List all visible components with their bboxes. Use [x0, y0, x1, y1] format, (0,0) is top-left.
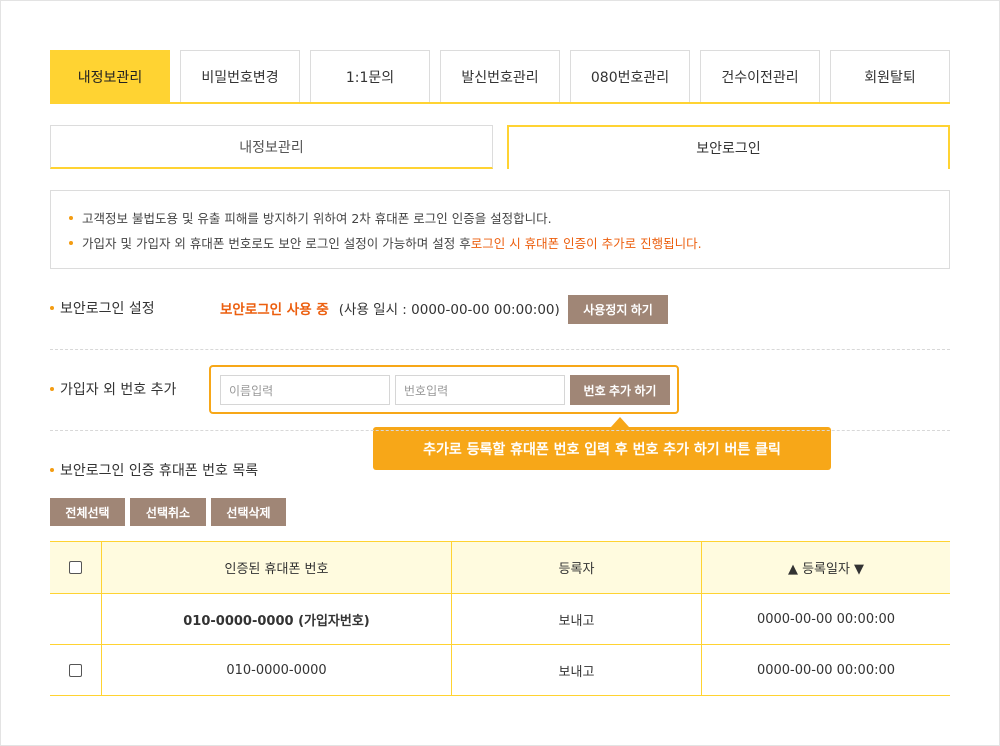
tab-inquiry[interactable]: 1:1문의: [310, 50, 430, 102]
bullet-icon: [50, 387, 54, 391]
tab-withdraw[interactable]: 회원탈퇴: [830, 50, 950, 102]
table-row: 010-0000-0000 (가입자번호) 보내고 0000-00-00 00:…: [50, 594, 950, 645]
status-text: 보안로그인 사용 중: [220, 302, 329, 318]
label-text: 보안로그인 인증 휴대폰 번호 목록: [60, 463, 259, 479]
tab-label: 080번호관리: [590, 69, 670, 86]
notice-highlight: 로그인 시 휴대폰 인증이 추가로 진행됩니다.: [470, 236, 702, 251]
name-input[interactable]: 이름입력: [220, 375, 390, 405]
notice-text: 가입자 및 가입자 외 휴대폰 번호로도 보안 로그인 설정이 가능하며 설정 …: [82, 236, 471, 251]
deselect-button[interactable]: 선택취소: [130, 498, 206, 526]
header-phone: 인증된 휴대폰 번호: [101, 542, 451, 593]
tooltip-arrow: [611, 417, 629, 427]
subtab-label: 보안로그인: [696, 141, 761, 157]
secure-login-status: 보안로그인 사용 중 (사용 일시 : 0000-00-00 00:00:00): [220, 297, 560, 319]
row-checkbox[interactable]: [69, 663, 82, 677]
row-phone: 010-0000-0000 (가입자번호): [101, 594, 451, 644]
divider: [50, 349, 950, 350]
subtab-secure-login[interactable]: 보안로그인: [507, 125, 950, 169]
subtab-label: 내정보관리: [239, 139, 304, 156]
notice-line-2: 가입자 및 가입자 외 휴대폰 번호로도 보안 로그인 설정이 가능하며 설정 …: [69, 233, 702, 252]
subtab-my-info[interactable]: 내정보관리: [50, 125, 493, 169]
select-all-checkbox[interactable]: [69, 561, 82, 574]
table-row: 010-0000-0000 보내고 0000-00-00 00:00:00: [50, 645, 950, 696]
tab-label: 1:1문의: [345, 69, 395, 86]
since-text: (사용 일시 : 0000-00-00 00:00:00): [338, 302, 560, 318]
bullet-icon: [69, 215, 73, 220]
row-date: 0000-00-00 00:00:00: [701, 594, 950, 644]
stop-secure-login-button[interactable]: 사용정지 하기: [568, 295, 668, 324]
tab-label: 건수이전관리: [721, 69, 799, 86]
add-number-label: 가입자 외 번호 추가: [50, 378, 176, 400]
add-number-button[interactable]: 번호 추가 하기: [570, 375, 670, 405]
row-phone: 010-0000-0000: [101, 645, 451, 695]
tab-label: 내정보관리: [77, 69, 143, 86]
notice-box: 고객정보 불법도용 및 유출 피해를 방지하기 위하여 2차 휴대폰 로그인 인…: [50, 190, 950, 269]
delete-selected-button[interactable]: 선택삭제: [211, 498, 286, 526]
tab-my-info[interactable]: 내정보관리: [50, 50, 170, 102]
number-input[interactable]: 번호입력: [395, 375, 565, 405]
label-text: 보안로그인 설정: [60, 301, 155, 317]
tab-underline: [50, 102, 950, 104]
row-registrant: 보내고: [451, 645, 701, 695]
bullet-icon: [50, 468, 54, 472]
header-checkbox-cell: [50, 542, 101, 593]
row-registrant: 보내고: [451, 594, 701, 644]
divider: [50, 430, 950, 431]
tab-label: 비밀번호변경: [201, 69, 279, 86]
bullet-icon: [50, 306, 54, 310]
tooltip-text: 추가로 등록할 휴대폰 번호 입력 후 번호 추가 하기 버튼 클릭: [423, 441, 781, 458]
secure-login-setting-label: 보안로그인 설정: [50, 297, 155, 319]
select-all-button[interactable]: 전체선택: [50, 498, 125, 526]
row-date: 0000-00-00 00:00:00: [701, 645, 950, 695]
tab-080-number[interactable]: 080번호관리: [570, 50, 690, 102]
header-date-sort[interactable]: ▲ 등록일자 ▼: [701, 542, 950, 593]
add-number-tooltip: 추가로 등록할 휴대폰 번호 입력 후 번호 추가 하기 버튼 클릭: [373, 427, 831, 470]
row-checkbox-cell: [50, 645, 101, 695]
tab-label: 회원탈퇴: [864, 69, 916, 86]
tab-sender-number[interactable]: 발신번호관리: [440, 50, 560, 102]
notice-line-1: 고객정보 불법도용 및 유출 피해를 방지하기 위하여 2차 휴대폰 로그인 인…: [69, 208, 552, 227]
phone-list-label: 보안로그인 인증 휴대폰 번호 목록: [50, 459, 258, 481]
table-header: 인증된 휴대폰 번호 등록자 ▲ 등록일자 ▼: [50, 541, 950, 594]
header-registrant: 등록자: [451, 542, 701, 593]
tab-count-transfer[interactable]: 건수이전관리: [700, 50, 820, 102]
tab-label: 발신번호관리: [461, 69, 539, 86]
row-checkbox-cell: [50, 594, 101, 644]
tab-password-change[interactable]: 비밀번호변경: [180, 50, 300, 102]
bullet-icon: [69, 240, 73, 245]
label-text: 가입자 외 번호 추가: [60, 382, 177, 398]
notice-text: 고객정보 불법도용 및 유출 피해를 방지하기 위하여 2차 휴대폰 로그인 인…: [82, 211, 552, 226]
